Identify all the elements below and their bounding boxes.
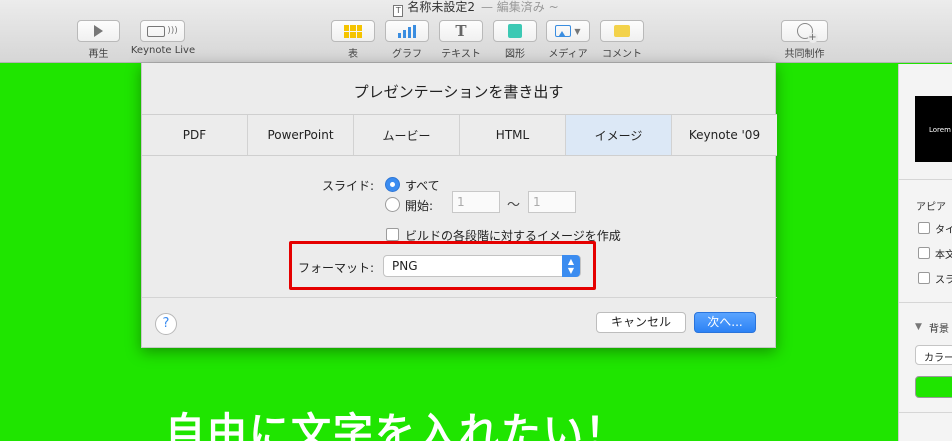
shape-icon [508, 24, 522, 38]
chart-icon [398, 24, 416, 38]
collaborate-icon [796, 23, 818, 43]
photo-icon [555, 25, 572, 37]
divider [899, 302, 952, 303]
appearance-label: アピア [916, 202, 946, 213]
start-label: 開始: [405, 199, 434, 213]
start-from-field[interactable]: 1 [452, 191, 500, 213]
slides-label: スライド: [321, 179, 374, 193]
export-format-tabs: PDF PowerPoint ムービー HTML イメージ Keynote '0… [142, 114, 777, 156]
slide-number-check-label: スラ [935, 275, 952, 286]
window-title: T 名称未設定2 — 編集済み ~ [0, 0, 952, 17]
text-label: テキスト [441, 49, 481, 60]
broadcast-icon: ))) [167, 26, 178, 36]
comment-button[interactable] [600, 20, 644, 42]
text-button[interactable]: T [439, 20, 483, 42]
collaborate-button[interactable] [781, 20, 828, 43]
thumbnail-text: Lorem I [929, 126, 952, 134]
tab-movie[interactable]: ムービー [354, 115, 460, 155]
collaborate-label: 共同制作 [784, 49, 825, 60]
tab-html[interactable]: HTML [460, 115, 566, 155]
media-button[interactable]: ▼ [546, 20, 590, 42]
document-name: 名称未設定2 [407, 0, 475, 14]
cancel-button[interactable]: キャンセル [596, 312, 686, 333]
inspector-panel: Lorem I アピア タイ 本文 スラ ▼ 背景 カラー [898, 64, 952, 441]
media-label: メディア [548, 49, 588, 60]
toolbar: T 名称未設定2— 編集済み ~ 再生 ))) Keynote Live 表 グラ… [0, 0, 952, 63]
fill-color-well[interactable] [915, 376, 952, 398]
comment-icon [614, 25, 630, 37]
keynote-live-button[interactable]: ))) [140, 20, 185, 42]
fill-type-popup[interactable]: カラー [915, 345, 952, 365]
all-slides-radio[interactable] [385, 177, 400, 192]
title-check-label: タイ [935, 225, 952, 236]
text-icon: T [455, 22, 467, 40]
dialog-title: プレゼンテーションを書き出す [353, 83, 564, 101]
disclosure-triangle-icon[interactable]: ▼ [915, 322, 922, 332]
monitor-icon [147, 25, 166, 37]
table-icon [344, 24, 362, 38]
slide-number-checkbox[interactable] [918, 272, 930, 284]
body-check-label: 本文 [935, 250, 952, 261]
divider [899, 179, 952, 180]
start-to-field[interactable]: 1 [528, 191, 576, 213]
title-checkbox[interactable] [918, 222, 930, 234]
chevron-down-icon: ▼ [574, 26, 581, 36]
play-icon [94, 25, 103, 37]
play-label: 再生 [88, 49, 109, 60]
edit-status: — 編集済み ~ [480, 0, 559, 14]
slide-layout-thumbnail[interactable]: Lorem I [915, 96, 952, 162]
export-dialog: プレゼンテーションを書き出す PDF PowerPoint ムービー HTML … [141, 63, 777, 348]
tab-keynote-09[interactable]: Keynote '09 [672, 115, 777, 155]
dialog-divider [142, 297, 777, 298]
comment-label: コメント [602, 49, 642, 60]
tab-pdf[interactable]: PDF [142, 115, 248, 155]
tab-powerpoint[interactable]: PowerPoint [248, 115, 354, 155]
slide-text[interactable]: 自由に文字を入れたい！ [165, 400, 627, 441]
play-button[interactable] [77, 20, 120, 42]
chart-button[interactable] [385, 20, 429, 42]
table-label: 表 [348, 49, 358, 60]
keynote-live-label: Keynote Live [130, 45, 196, 56]
build-stages-checkbox[interactable] [386, 228, 399, 241]
all-slides-label: すべて [405, 179, 440, 193]
help-button[interactable]: ? [155, 313, 177, 335]
shape-button[interactable] [493, 20, 537, 42]
range-separator: 〜 [507, 198, 521, 213]
range-radio[interactable] [385, 197, 400, 212]
body-checkbox[interactable] [918, 247, 930, 259]
highlight-annotation [289, 241, 596, 290]
shape-label: 図形 [505, 49, 525, 60]
document-icon: T [393, 5, 404, 17]
tab-images[interactable]: イメージ [566, 115, 672, 155]
divider [899, 412, 952, 413]
background-label: 背景 [929, 324, 949, 335]
chart-label: グラフ [392, 49, 422, 60]
table-button[interactable] [331, 20, 375, 42]
next-button[interactable]: 次へ... [694, 312, 756, 333]
